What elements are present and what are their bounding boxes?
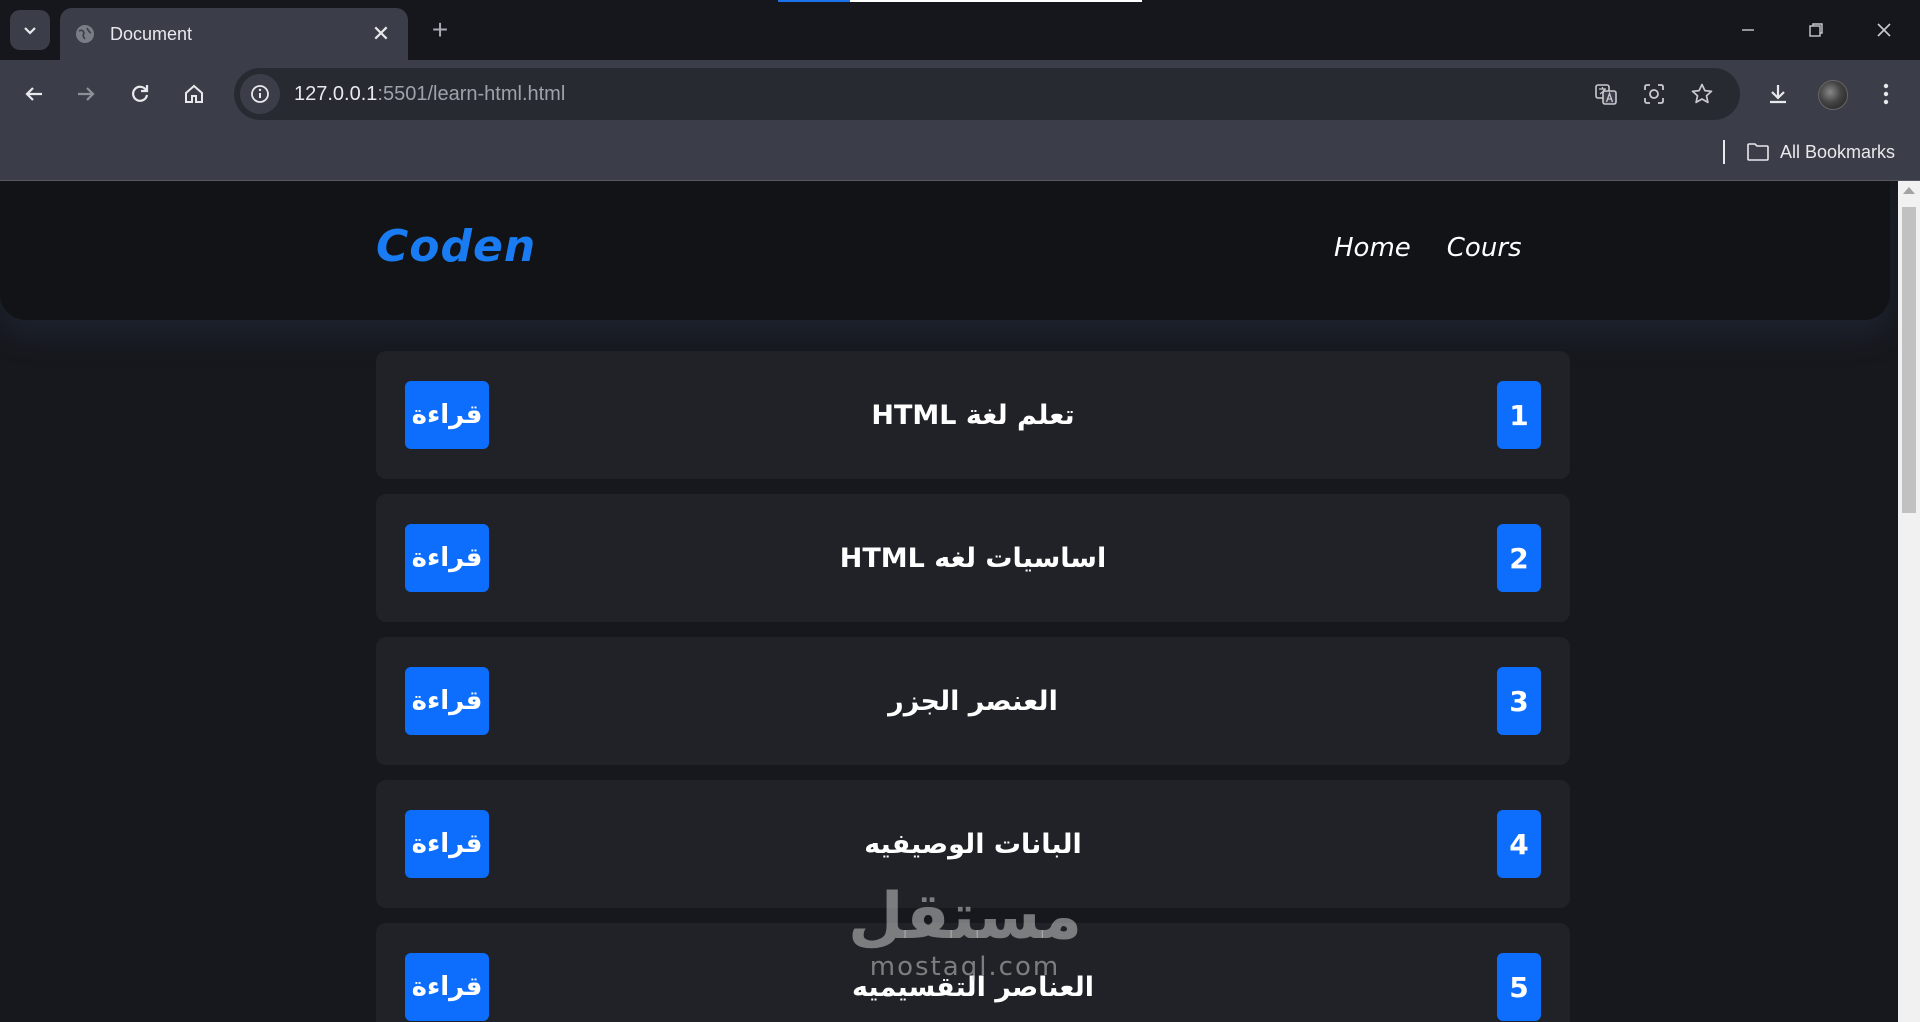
close-window-button[interactable] bbox=[1856, 8, 1912, 52]
minimize-button[interactable] bbox=[1720, 8, 1776, 52]
download-icon bbox=[1770, 85, 1786, 104]
tab-strip: Document ✕ + bbox=[0, 0, 1920, 60]
lesson-title: العنصر الجزر bbox=[888, 685, 1058, 717]
url-text: 127.0.0.1:5501/learn-html.html bbox=[294, 83, 565, 106]
lesson-title: اساسيات لغه HTML bbox=[839, 542, 1107, 574]
scroll-up-arrow-icon[interactable] bbox=[1903, 187, 1915, 194]
browser-tab[interactable]: Document ✕ bbox=[60, 8, 408, 60]
page-viewport: Coden Home Cours قراءة تعلم لغة HTML 1 ق… bbox=[0, 181, 1898, 1022]
lesson-number-badge: 5 bbox=[1497, 953, 1541, 1021]
page-scrollbar[interactable] bbox=[1898, 181, 1920, 1022]
folder-icon bbox=[1747, 143, 1769, 161]
minimize-icon bbox=[1742, 29, 1754, 31]
close-tab-button[interactable]: ✕ bbox=[368, 21, 394, 47]
read-button[interactable]: قراءة bbox=[405, 810, 489, 878]
lesson-number-badge: 1 bbox=[1497, 381, 1541, 449]
address-bar[interactable]: 127.0.0.1:5501/learn-html.html bbox=[234, 68, 1740, 120]
url-path: :5501/learn-html.html bbox=[377, 82, 566, 105]
lesson-title: تعلم لغة HTML bbox=[871, 399, 1075, 431]
home-button[interactable] bbox=[174, 74, 214, 114]
lesson-card: قراءة العنصر الجزر 3 bbox=[376, 637, 1570, 765]
lesson-card: قراءة العناصر التقسيميه 5 bbox=[376, 923, 1570, 1022]
scrollbar-thumb[interactable] bbox=[1902, 207, 1916, 513]
lesson-title: العناصر التقسيميه bbox=[852, 971, 1094, 1003]
nav-link-home[interactable]: Home bbox=[1334, 233, 1411, 263]
site-nav: Home Cours bbox=[1334, 233, 1522, 263]
url-host: 127.0.0.1 bbox=[294, 82, 378, 105]
read-button[interactable]: قراءة bbox=[405, 381, 489, 449]
downloads-button[interactable] bbox=[1758, 74, 1798, 114]
restore-icon bbox=[1809, 23, 1823, 37]
all-bookmarks-label: All Bookmarks bbox=[1780, 141, 1896, 162]
tab-search-button[interactable] bbox=[10, 10, 50, 50]
globe-icon bbox=[74, 23, 96, 45]
site-header: Coden Home Cours bbox=[0, 181, 1890, 320]
read-button[interactable]: قراءة bbox=[405, 524, 489, 592]
back-button[interactable] bbox=[14, 74, 54, 114]
read-button[interactable]: قراءة bbox=[405, 953, 489, 1021]
lesson-number-badge: 3 bbox=[1497, 667, 1541, 735]
lesson-number-badge: 2 bbox=[1497, 524, 1541, 592]
bookmarks-separator bbox=[1723, 140, 1725, 164]
close-icon bbox=[1877, 23, 1891, 37]
new-tab-button[interactable]: + bbox=[424, 14, 456, 46]
lesson-card: قراءة تعلم لغة HTML 1 bbox=[376, 351, 1570, 479]
reload-icon bbox=[132, 85, 149, 102]
arrow-right-icon bbox=[78, 87, 95, 101]
arrow-left-icon bbox=[25, 87, 42, 101]
lesson-card: قراءة اساسيات لغه HTML 2 bbox=[376, 494, 1570, 622]
site-info-icon[interactable] bbox=[240, 74, 280, 114]
tab-title: Document bbox=[110, 23, 193, 44]
forward-button[interactable] bbox=[66, 74, 106, 114]
star-bookmark-icon[interactable] bbox=[1682, 74, 1722, 114]
home-icon bbox=[185, 84, 203, 103]
kebab-menu-icon bbox=[1883, 83, 1889, 105]
reload-button[interactable] bbox=[120, 74, 160, 114]
restore-button[interactable] bbox=[1788, 8, 1844, 52]
lesson-number-badge: 4 bbox=[1497, 810, 1541, 878]
all-bookmarks-button[interactable]: All Bookmarks bbox=[1746, 136, 1895, 168]
chevron-down-icon bbox=[24, 27, 36, 35]
loading-progress-bar bbox=[778, 0, 1142, 2]
read-button[interactable]: قراءة bbox=[405, 667, 489, 735]
menu-button[interactable] bbox=[1866, 74, 1906, 114]
lessons-list: قراءة تعلم لغة HTML 1 قراءة اساسيات لغه … bbox=[376, 351, 1570, 1022]
lens-icon[interactable] bbox=[1634, 74, 1674, 114]
lesson-card: قراءة البانات الوصيفيه 4 bbox=[376, 780, 1570, 908]
lesson-title: البانات الوصيفيه bbox=[864, 828, 1082, 860]
browser-toolbar: 127.0.0.1:5501/learn-html.html All Bookm… bbox=[0, 60, 1920, 180]
profile-avatar[interactable] bbox=[1818, 80, 1848, 110]
site-logo[interactable]: Coden bbox=[376, 221, 536, 272]
translate-icon[interactable] bbox=[1586, 74, 1626, 114]
nav-link-cours[interactable]: Cours bbox=[1447, 233, 1522, 263]
